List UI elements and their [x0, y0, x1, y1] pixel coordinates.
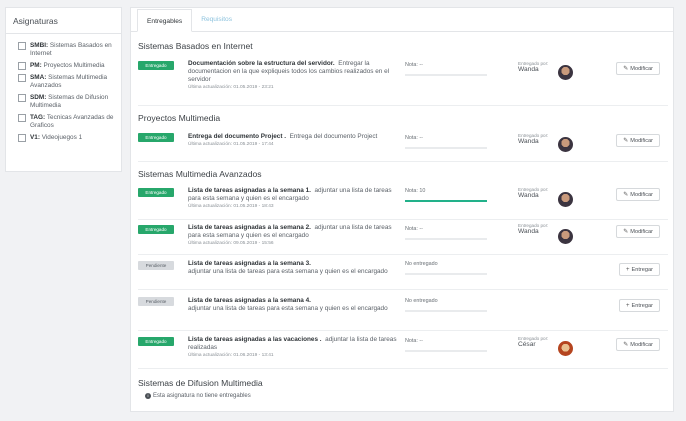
grade: Nota: -- — [405, 135, 487, 149]
subject-filter-v1[interactable]: V1: Videojuegos 1 — [18, 134, 121, 142]
subjects-sidebar: Asignaturas SMBI: Sistemas Basados en In… — [5, 7, 122, 172]
pencil-icon: ✎ — [623, 342, 629, 348]
section-title: Sistemas Multimedia Avanzados — [138, 169, 262, 179]
checkbox[interactable] — [18, 134, 26, 142]
grade-progress-bar — [405, 200, 487, 202]
plus-icon: + — [626, 267, 630, 273]
grade-progress-bar — [405, 74, 487, 76]
deliverable-description: Lista de tareas asignadas a la semana 4.… — [188, 297, 388, 313]
avatar — [558, 65, 573, 80]
grade: Nota: -- — [405, 226, 487, 240]
checkbox[interactable] — [18, 74, 26, 82]
grade: Nota: -- — [405, 338, 487, 352]
deliverable-row: Entregado Documentación sobre la estruct… — [138, 58, 668, 106]
grade: Nota: 10 — [405, 188, 487, 202]
modify-button[interactable]: ✎ Modificar — [616, 338, 660, 351]
grade-progress-bar — [405, 350, 487, 352]
checkbox[interactable] — [18, 62, 26, 70]
subject-filter-smbi[interactable]: SMBI: Sistemas Basados en Internet — [18, 42, 121, 58]
section-title: Sistemas Basados en Internet — [138, 41, 253, 51]
grade-progress-bar — [405, 238, 487, 240]
delivered-by: Entregado por: Wanda — [518, 187, 549, 199]
status-badge: Entregado — [138, 188, 174, 197]
grade-progress-bar — [405, 273, 487, 275]
pencil-icon: ✎ — [623, 192, 629, 198]
delivered-by: Entregado por: Wanda — [518, 223, 549, 235]
checkbox[interactable] — [18, 114, 26, 122]
deliverable-row: Pendiente Lista de tareas asignadas a la… — [138, 255, 668, 290]
deliver-button[interactable]: + Entregar — [619, 299, 660, 312]
tab-requisitos[interactable]: Requisitos — [192, 8, 241, 31]
grade: No entregado — [405, 261, 487, 275]
checkbox[interactable] — [18, 42, 26, 50]
no-deliverables-notice: i Esta asignatura no tiene entregables — [145, 393, 251, 399]
grade-progress-bar — [405, 310, 487, 312]
deliverable-row: Pendiente Lista de tareas asignadas a la… — [138, 290, 668, 331]
pencil-icon: ✎ — [623, 229, 629, 235]
status-badge: Entregado — [138, 61, 174, 70]
deliverable-description: Entrega del documento Project . Entrega … — [188, 133, 378, 148]
status-badge: Entregado — [138, 225, 174, 234]
main-panel: Entregables Requisitos Sistemas Basados … — [130, 7, 674, 412]
deliverable-row: Entregado Lista de tareas asignadas a la… — [138, 331, 668, 369]
modify-button[interactable]: ✎ Modificar — [616, 188, 660, 201]
modify-button[interactable]: ✎ Modificar — [616, 62, 660, 75]
subject-filter-sma[interactable]: SMA: Sistemas Multimedia Avanzados — [18, 74, 121, 90]
deliverable-description: Lista de tareas asignadas a la semana 3.… — [188, 260, 388, 276]
deliverable-row: Entregado Lista de tareas asignadas a la… — [138, 220, 668, 255]
status-badge: Entregado — [138, 337, 174, 346]
status-badge: Pendiente — [138, 297, 174, 306]
plus-icon: + — [626, 303, 630, 309]
modify-button[interactable]: ✎ Modificar — [616, 134, 660, 147]
pencil-icon: ✎ — [623, 138, 629, 144]
deliverable-description: Lista de tareas asignadas a la semana 1.… — [188, 187, 392, 210]
pencil-icon: ✎ — [623, 66, 629, 72]
checkbox[interactable] — [18, 94, 26, 102]
info-icon: i — [145, 393, 151, 399]
sidebar-title: Asignaturas — [6, 8, 121, 34]
subject-filter-tag[interactable]: TAG: Tecnicas Avanzadas de Graficos — [18, 114, 121, 130]
status-badge: Pendiente — [138, 261, 174, 270]
delivered-by: Entregado por: César — [518, 336, 549, 348]
deliverable-row: Entregado Entrega del documento Project … — [138, 129, 668, 162]
modify-button[interactable]: ✎ Modificar — [616, 225, 660, 238]
section-title: Sistemas de Difusion Multimedia — [138, 378, 263, 388]
grade-progress-bar — [405, 147, 487, 149]
tab-bar: Entregables Requisitos — [131, 8, 673, 32]
deliverable-description: Lista de tareas asignadas a la semana 2.… — [188, 224, 392, 247]
grade: Nota: -- — [405, 62, 487, 76]
grade-progress-fill — [405, 200, 487, 202]
avatar — [558, 137, 573, 152]
deliver-button[interactable]: + Entregar — [619, 263, 660, 276]
status-badge: Entregado — [138, 133, 174, 142]
avatar — [558, 341, 573, 356]
delivered-by: Entregado por: Wanda — [518, 133, 549, 145]
deliverable-description: Documentación sobre la estructura del se… — [188, 60, 390, 91]
deliverable-row: Entregado Lista de tareas asignadas a la… — [138, 185, 668, 220]
avatar — [558, 192, 573, 207]
subject-filter-sdm[interactable]: SDM: Sistemas de Difusion Multimedia — [18, 94, 121, 110]
delivered-by: Entregado por: Wanda — [518, 61, 549, 73]
avatar — [558, 229, 573, 244]
deliverable-description: Lista de tareas asignadas a las vacacion… — [188, 336, 397, 359]
subject-filter-pm[interactable]: PM: Proyectos Multimedia — [18, 62, 121, 70]
grade: No entregado — [405, 298, 487, 312]
section-title: Proyectos Multimedia — [138, 113, 221, 123]
tab-entregables[interactable]: Entregables — [137, 9, 193, 32]
